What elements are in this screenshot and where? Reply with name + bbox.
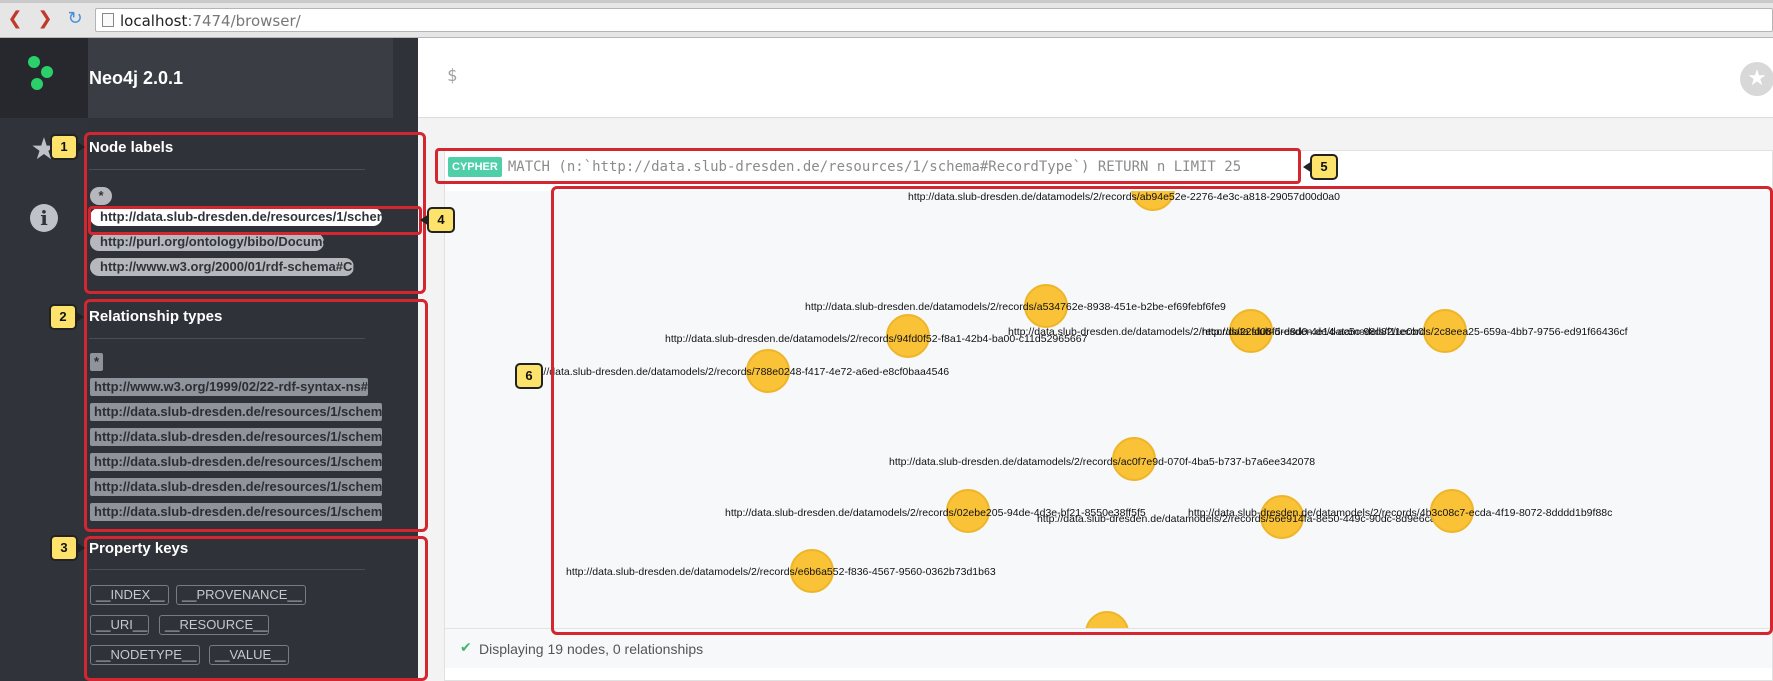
logo-dot [41,66,53,78]
frame-query[interactable]: CYPHER MATCH (n:`http://data.slub-dresden… [448,157,1241,181]
node-label: http://data.slub-dresden.de/datamodels/2… [566,566,996,578]
forward-arrow-icon[interactable]: ❯ [36,10,54,28]
editor-prompt: $ [447,66,458,86]
property-key-pill[interactable]: __RESOURCE__ [159,615,269,635]
node-label: http://data.slub-dresden.de/datamodels/2… [908,191,1340,203]
url-host: localhost [120,12,188,30]
node-labels-title: Node labels [89,139,174,156]
property-key-pill[interactable]: __URI__ [90,615,149,635]
annotation-callout: 5 [1303,154,1338,180]
relationship-type-pill[interactable]: http://data.slub-dresden.de/resources/1/… [90,478,382,496]
property-key-pill[interactable]: __VALUE__ [209,645,289,665]
node-label-pill-active[interactable]: http://data.slub-dresden.de/resources/1/… [90,208,382,226]
node-label: http://data.slub-dresden.de/datamodels/2… [805,301,1226,313]
annotation-callout: 3 [50,535,85,561]
divider [89,338,365,339]
tab-strip [0,0,1773,3]
check-icon: ✔ [460,640,472,656]
page-icon [102,13,114,27]
status-text: Displaying 19 nodes, 0 relationships [479,641,704,657]
logo-dot [28,56,40,68]
property-key-pill[interactable]: __PROVENANCE__ [176,585,306,605]
graph-visualization[interactable]: http://data.slub-dresden.de/datamodels/2… [445,191,1772,628]
property-keys-title: Property keys [89,540,189,557]
query-text[interactable]: MATCH (n:`http://data.slub-dresden.de/re… [508,159,1241,175]
address-bar[interactable]: localhost:7474/browser/ [95,8,1773,32]
url-path: :7474/browser/ [187,12,301,30]
relationship-types-title: Relationship types [89,308,223,325]
app-title: Neo4j 2.0.1 [89,68,184,88]
property-key-pill[interactable]: __NODETYPE__ [90,645,200,665]
node-label: http://data.slub-dresden.de/datamodels/2… [889,456,1316,468]
logo-dot [31,78,43,90]
node-label: http://data.slub-dresden.de/datamodels/2… [1188,507,1613,519]
node-label-pill[interactable]: http://www.w3.org/2000/01/rdf-schema#Cla… [90,258,354,276]
divider [89,569,365,570]
browser-toolbar: ❮ ❯ ↻ localhost:7474/browser/ [0,0,1773,38]
relationship-type-pill[interactable]: * [90,353,103,371]
star-icon[interactable]: ★ [1740,62,1773,96]
annotation-callout: 1 [50,134,85,160]
relationship-type-pill[interactable]: http://www.w3.org/1999/02/22-rdf-syntax-… [90,378,368,396]
relationship-type-pill[interactable]: http://data.slub-dresden.de/resources/1/… [90,428,382,446]
info-drawer: Neo4j 2.0.1 Node labels * http://data.sl… [88,38,418,681]
annotation-callout: 4 [420,207,455,233]
status-bar: ✔ Displaying 19 nodes, 0 relationships [445,628,1772,668]
main-stream: $ ★ CYPHER MATCH (n:`http://data.slub-dre… [418,38,1773,681]
reload-icon[interactable]: ↻ [66,10,84,28]
annotation-callout: 2 [49,304,84,330]
relationship-type-pill[interactable]: http://data.slub-dresden.de/resources/1/… [90,503,382,521]
divider [89,169,365,170]
drawer-header: Neo4j 2.0.1 [88,38,393,118]
node-label: http://data.slub-dresden.de/datamodels/2… [1202,326,1628,338]
relationship-type-pill[interactable]: http://data.slub-dresden.de/resources/1/… [90,403,382,421]
relationship-type-pill[interactable]: http://data.slub-dresden.de/resources/1/… [90,453,382,471]
query-editor[interactable]: $ ★ [418,38,1773,118]
property-key-pill[interactable]: __INDEX__ [90,585,169,605]
url-text[interactable]: localhost:7474/browser/ [120,12,301,30]
node-label: http://data.slub-dresden.de/datamodels/2… [523,366,950,378]
graph-node[interactable] [1085,611,1129,628]
annotation-callout: 6 [515,363,543,389]
neo4j-logo [0,38,88,118]
node-label-pill[interactable]: * [90,187,112,205]
back-arrow-icon[interactable]: ❮ [6,10,24,28]
info-icon[interactable]: i [30,204,58,232]
cypher-tag: CYPHER [448,157,502,177]
node-label-pill[interactable]: http://purl.org/ontology/bibo/Document [90,233,324,251]
